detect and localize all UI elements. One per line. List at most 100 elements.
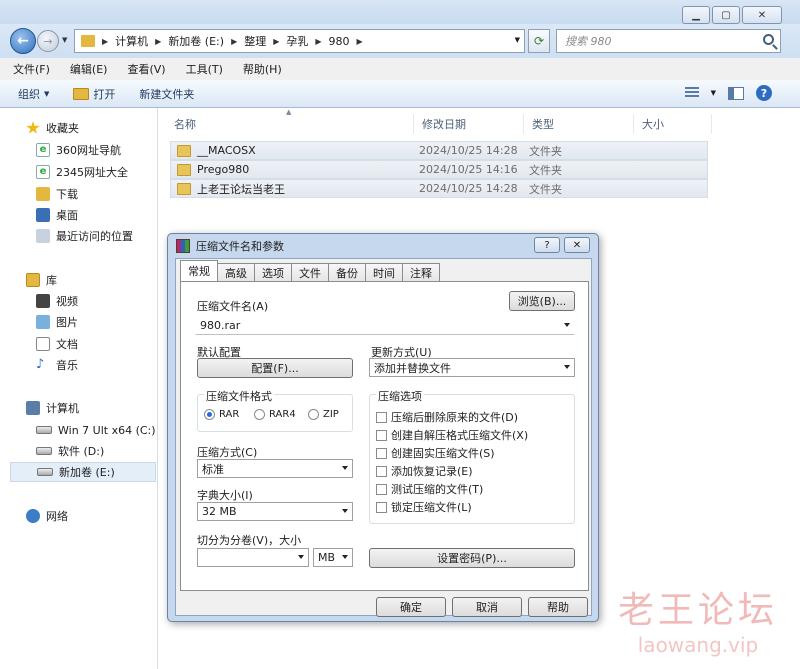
help-button[interactable]: 帮助 [528, 597, 588, 617]
option-lock[interactable]: 锁定压缩文件(L) [376, 499, 472, 515]
split-size-input[interactable] [197, 548, 309, 567]
minimize-button[interactable]: ▁ [682, 6, 710, 24]
column-header-name[interactable]: 名称 [166, 114, 414, 134]
nav-libraries[interactable]: 库 [26, 272, 57, 288]
menu-file[interactable]: 文件(F) [8, 61, 55, 77]
tab-comment[interactable]: 注释 [402, 263, 440, 281]
dialog-title: 压缩文件名和参数 [196, 240, 284, 253]
chevron-down-icon [342, 509, 348, 513]
nav-computer[interactable]: 计算机 [26, 400, 79, 416]
option-sfx[interactable]: 创建自解压格式压缩文件(X) [376, 427, 528, 443]
open-button[interactable]: 打开 [73, 86, 115, 102]
downloads-icon [36, 187, 50, 201]
format-rar4-radio[interactable]: RAR4 [254, 409, 296, 420]
search-placeholder: 搜索 980 [565, 35, 612, 48]
menu-view[interactable]: 查看(V) [122, 61, 170, 77]
file-row[interactable]: __MACOSX 2024/10/25 14:28 文件夹 [170, 141, 708, 160]
menu-edit[interactable]: 编辑(E) [65, 61, 113, 77]
ok-button[interactable]: 确定 [376, 597, 446, 617]
option-solid[interactable]: 创建固实压缩文件(S) [376, 445, 495, 461]
view-options-icon[interactable] [684, 87, 699, 99]
help-icon[interactable]: ? [756, 85, 772, 101]
browse-button[interactable]: 浏览(B)... [509, 291, 575, 311]
split-unit-select[interactable]: MB [313, 548, 353, 567]
new-folder-button[interactable]: 新建文件夹 [139, 86, 194, 102]
nav-item-music[interactable]: 音乐 [36, 355, 78, 375]
tab-backup[interactable]: 备份 [328, 263, 366, 281]
nav-item-drive-e[interactable]: 新加卷 (E:) [10, 462, 156, 482]
tab-files[interactable]: 文件 [291, 263, 329, 281]
library-icon [26, 273, 40, 287]
search-input[interactable]: 搜索 980 [556, 29, 781, 53]
option-test[interactable]: 测试压缩的文件(T) [376, 481, 483, 497]
nav-item-drive-d[interactable]: 软件 (D:) [36, 441, 104, 461]
nav-item-pictures[interactable]: 图片 [36, 312, 78, 332]
option-delete-after[interactable]: 压缩后删除原来的文件(D) [376, 409, 518, 425]
column-header-date[interactable]: 修改日期 [414, 114, 524, 134]
tab-options[interactable]: 选项 [254, 263, 292, 281]
dictionary-select[interactable]: 32 MB [197, 502, 353, 521]
nav-item-videos[interactable]: 视频 [36, 291, 78, 311]
back-button[interactable]: ← [10, 28, 36, 54]
view-dropdown-icon[interactable]: ▼ [711, 89, 716, 97]
address-bar[interactable]: ▶ 计算机 ▶ 新加卷 (E:) ▶ 整理 ▶ 孕乳 ▶ 980 ▶ ▼ [74, 29, 525, 53]
drive-icon [36, 447, 52, 455]
menu-tools[interactable]: 工具(T) [181, 61, 228, 77]
refresh-button[interactable]: ⟳ [528, 29, 550, 53]
checkbox-icon [376, 483, 387, 495]
video-icon [36, 294, 50, 308]
dictionary-label: 字典大小(I) [197, 489, 253, 502]
maximize-button[interactable]: ▢ [712, 6, 740, 24]
method-select[interactable]: 标准 [197, 459, 353, 478]
chevron-down-icon: ▼ [44, 89, 50, 98]
forward-button[interactable]: → [37, 30, 59, 52]
nav-item-drive-c[interactable]: Win 7 Ult x64 (C:) [36, 420, 156, 440]
tab-general[interactable]: 常规 [180, 260, 218, 281]
set-password-button[interactable]: 设置密码(P)... [369, 548, 575, 568]
cancel-button[interactable]: 取消 [452, 597, 522, 617]
nav-favorites[interactable]: 收藏夹 [26, 120, 79, 136]
nav-item-2345[interactable]: 2345网址大全 [36, 162, 128, 182]
tab-advanced[interactable]: 高级 [217, 263, 255, 281]
dialog-body: 常规 高级 选项 文件 备份 时间 注释 压缩文件名(A) 浏览(B)... 9… [175, 258, 592, 617]
nav-item-downloads[interactable]: 下载 [36, 184, 78, 204]
organize-button[interactable]: 组织 ▼ [18, 86, 49, 102]
option-recovery[interactable]: 添加恢复记录(E) [376, 463, 473, 479]
file-date: 2024/10/25 14:28 [419, 144, 518, 157]
nav-item-360[interactable]: 360网址导航 [36, 140, 121, 160]
preview-pane-icon[interactable] [728, 86, 744, 100]
archive-name-input[interactable]: 980.rar [195, 316, 575, 335]
nav-network[interactable]: 网络 [26, 508, 68, 524]
breadcrumb-folder[interactable]: 孕乳 [286, 33, 308, 49]
tab-time[interactable]: 时间 [365, 263, 403, 281]
file-type: 文件夹 [529, 163, 562, 177]
recent-pages-dropdown[interactable]: ▼ [62, 36, 67, 44]
breadcrumb-drive-e[interactable]: 新加卷 (E:) [168, 33, 224, 49]
file-date: 2024/10/25 14:16 [419, 163, 518, 176]
window-controls: ▁ ▢ ✕ [682, 6, 782, 24]
profiles-button[interactable]: 配置(F)... [197, 358, 353, 378]
format-zip-radio[interactable]: ZIP [308, 409, 339, 420]
dialog-close-button[interactable]: ✕ [564, 237, 590, 253]
column-header-type[interactable]: 类型 [524, 114, 634, 134]
nav-item-documents[interactable]: 文档 [36, 334, 78, 354]
search-icon[interactable] [763, 34, 774, 45]
file-row[interactable]: Prego980 2024/10/25 14:16 文件夹 [170, 160, 708, 179]
breadcrumb-organize[interactable]: 整理 [244, 33, 266, 49]
file-type: 文件夹 [529, 144, 562, 158]
breadcrumb-computer[interactable]: 计算机 [115, 33, 148, 49]
update-mode-select[interactable]: 添加并替换文件 [369, 358, 575, 377]
nav-item-recent[interactable]: 最近访问的位置 [36, 226, 133, 246]
close-button[interactable]: ✕ [742, 6, 782, 24]
column-header-size[interactable]: 大小 [634, 114, 712, 134]
watermark-line1: 老王论坛 [617, 590, 778, 631]
nav-item-desktop[interactable]: 桌面 [36, 205, 78, 225]
chevron-down-icon [298, 555, 304, 559]
music-icon [36, 358, 50, 372]
breadcrumb-current[interactable]: 980 [329, 35, 350, 48]
dialog-help-button[interactable]: ? [534, 237, 560, 253]
address-dropdown-icon[interactable]: ▼ [515, 36, 520, 44]
file-row[interactable]: 上老王论坛当老王 2024/10/25 14:28 文件夹 [170, 179, 708, 198]
format-rar-radio[interactable]: RAR [204, 409, 239, 420]
menu-help[interactable]: 帮助(H) [238, 61, 287, 77]
